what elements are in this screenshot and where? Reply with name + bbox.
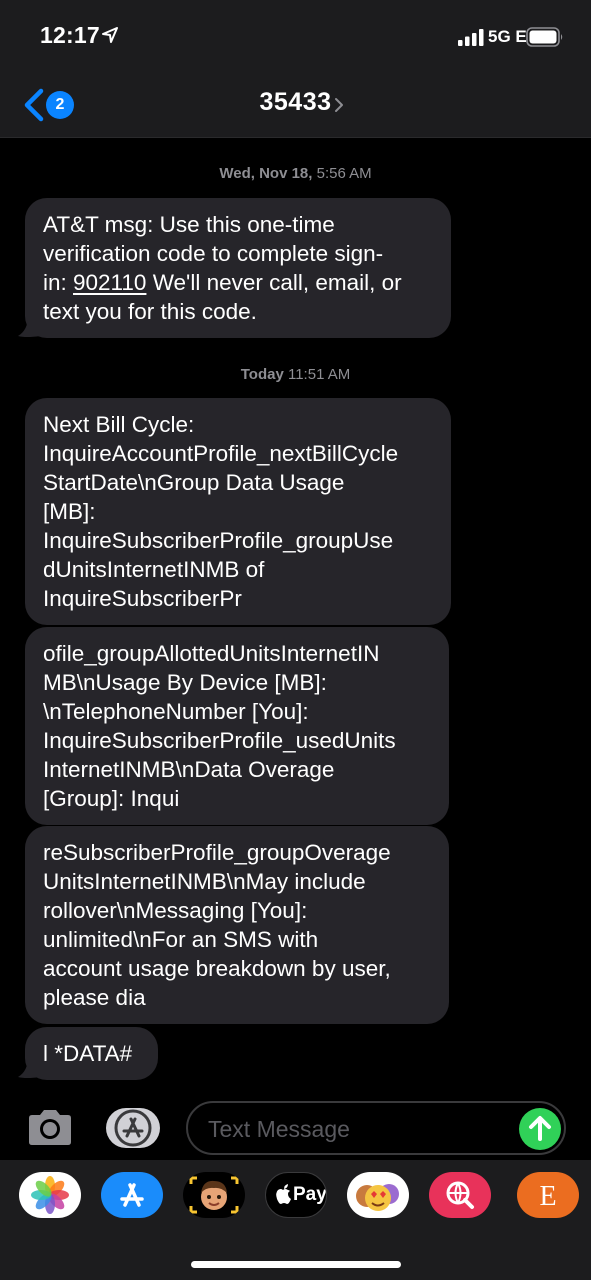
message-timestamp: Wed, Nov 18, 5:56 AM [219,165,372,182]
app-store-icon [114,1109,152,1147]
received-message-bubble[interactable]: l *DATA# [25,1027,158,1080]
received-message-bubble[interactable]: reSubscriberProfile_groupOverage UnitsIn… [25,826,449,1024]
message-timestamp: Today 11:51 AM [240,366,351,383]
apple-pay-label: Pay [293,1184,327,1205]
messages-screen: 12:17 5G E 2 35433 Wed, Nov 18, 5:56 AM … [0,0,591,1280]
home-indicator[interactable] [191,1261,401,1268]
app-store-app-icon[interactable] [101,1172,163,1218]
bubble-tail [18,316,40,337]
contact-title[interactable]: 35433 [0,88,591,117]
network-type: 5G E [488,27,527,46]
received-message-bubble[interactable]: Next Bill Cycle: InquireAccountProfile_n… [25,398,451,625]
photos-app-icon[interactable] [19,1172,81,1218]
received-message-bubble[interactable]: ofile_groupAllottedUnitsInternetIN MB\nU… [25,627,449,825]
memoji-stickers-app-icon[interactable] [183,1172,245,1218]
camera-icon[interactable] [25,1108,75,1148]
apple-pay-app-icon[interactable]: Pay [265,1172,327,1218]
etsy-app-icon[interactable]: E [517,1172,579,1218]
cellular-signal-icon [458,29,484,46]
received-message-bubble[interactable]: AT&T msg: Use this one-time verification… [25,198,451,338]
conversation-header: 12:17 5G E 2 35433 [0,0,591,138]
app-store-drawer-button[interactable] [106,1108,160,1148]
location-arrow-icon [102,27,118,43]
send-button[interactable] [519,1108,561,1150]
bubble-tail [18,1057,40,1078]
chevron-right-icon[interactable] [334,97,344,113]
etsy-letter: E [539,1181,557,1212]
verification-code-link[interactable]: 902110 [73,270,146,295]
battery-icon [526,27,563,47]
arrow-up-icon [529,1116,551,1141]
web-search-app-icon[interactable] [429,1172,491,1218]
message-input-placeholder: Text Message [208,1116,350,1142]
status-time: 12:17 [40,22,100,48]
message-input[interactable]: Text Message [186,1101,566,1155]
animoji-app-icon[interactable] [347,1172,409,1218]
